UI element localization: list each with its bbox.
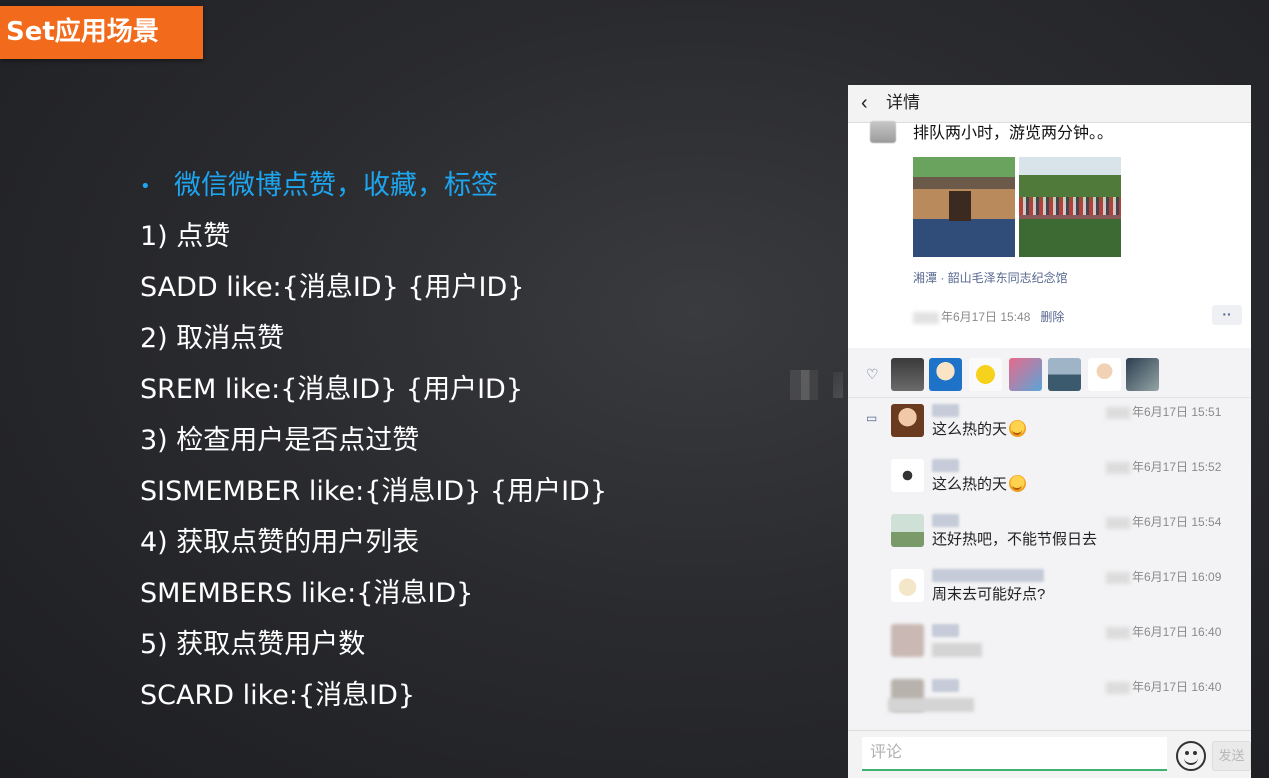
heart-icon: ♡: [866, 366, 879, 382]
liker-avatar[interactable]: [891, 358, 924, 391]
comment-time: 年6月17日 15:54: [1106, 513, 1221, 530]
sweat-smile-emoji-icon: [1009, 475, 1027, 492]
comment-bar: 发送: [848, 730, 1251, 778]
comment-avatar[interactable]: [891, 404, 924, 437]
comment-time: 年6月17日 16:40: [1106, 678, 1221, 695]
comment-text: 周末去可能好点?: [932, 586, 1046, 603]
slide-watermark-icon: [790, 370, 818, 400]
comment-author-blurred[interactable]: [932, 514, 959, 527]
more-actions-button[interactable]: ··: [1212, 305, 1242, 325]
comment-item[interactable]: 年6月17日 15:52 这么热的天: [848, 453, 1251, 508]
step-3-command: SISMEMBER like:{消息ID} {用户ID}: [140, 476, 608, 507]
step-5-heading: 5) 获取点赞用户数: [140, 629, 366, 660]
slide-title: Set应用场景: [0, 6, 203, 59]
likes-row: ♡: [848, 348, 1251, 398]
comment-item[interactable]: 年6月17日 16:09 周末去可能好点?: [848, 563, 1251, 618]
step-5-command: SCARD like:{消息ID}: [140, 680, 416, 711]
slide-content: • 微信微博点赞，收藏，标签 1) 点赞 SADD like:{消息ID} {用户…: [140, 160, 780, 721]
liker-avatar[interactable]: [1048, 358, 1081, 391]
step-1-command: SADD like:{消息ID} {用户ID}: [140, 272, 525, 303]
post-meta: 年6月17日 15:48 删除: [913, 308, 1064, 325]
comment-text: 这么热的天: [932, 420, 1027, 440]
post-photo-1[interactable]: [913, 157, 1015, 257]
comment-item[interactable]: 年6月17日 16:40: [848, 673, 1251, 728]
liker-avatar[interactable]: [929, 358, 962, 391]
post-photo-2[interactable]: [1019, 157, 1121, 257]
comment-avatar[interactable]: [891, 624, 924, 657]
phone-title: 详情: [886, 93, 920, 112]
comment-item[interactable]: 年6月17日 15:51 这么热的天: [848, 398, 1251, 453]
step-4-command: SMEMBERS like:{消息ID}: [140, 578, 474, 609]
slide-arrow-icon: [833, 372, 843, 398]
liker-avatar[interactable]: [1126, 358, 1159, 391]
comment-text-blurred: [888, 698, 974, 712]
step-2-heading: 2) 取消点赞: [140, 323, 285, 354]
phone-header: ‹ 详情: [848, 85, 1251, 123]
comment-author-blurred[interactable]: [932, 404, 959, 417]
comment-author-blurred[interactable]: [932, 459, 959, 472]
comment-avatar[interactable]: [891, 514, 924, 547]
comment-input[interactable]: [862, 737, 1167, 771]
comment-avatar[interactable]: [891, 459, 924, 492]
interaction-panel: ♡ ▭ 年6月17日 15:51 这么热的天 年6月17日 15:52 这么热的…: [848, 348, 1251, 738]
step-3-heading: 3) 检查用户是否点过赞: [140, 425, 420, 456]
comment-time: 年6月17日 16:40: [1106, 623, 1221, 640]
post-text: 排队两小时，游览两分钟。。: [913, 125, 1114, 142]
comment-time: 年6月17日 15:52: [1106, 458, 1221, 475]
bullet-dot-icon: •: [140, 176, 151, 197]
step-2-command: SREM like:{消息ID} {用户ID}: [140, 374, 524, 405]
post-time: 年6月17日 15:48: [941, 310, 1031, 324]
phone-screenshot: ‹ 详情 排队两小时，游览两分钟。。 湘潭 · 韶山毛泽东同志纪念馆 年6月17…: [848, 85, 1251, 778]
blurred-year: [913, 311, 939, 324]
sweat-smile-emoji-icon: [1009, 420, 1027, 437]
delete-link[interactable]: 删除: [1040, 310, 1064, 324]
smiley-icon[interactable]: [1176, 741, 1206, 771]
liker-avatar[interactable]: [1088, 358, 1121, 391]
liker-avatar[interactable]: [969, 358, 1002, 391]
send-button[interactable]: 发送: [1212, 741, 1251, 771]
post-avatar[interactable]: [870, 121, 896, 143]
comment-text: 这么热的天: [932, 475, 1027, 495]
liker-avatar[interactable]: [1009, 358, 1042, 391]
bullet-heading: • 微信微博点赞，收藏，标签: [140, 160, 780, 211]
comment-text: 还好热吧，不能节假日去: [932, 531, 1098, 548]
bullet-text: 微信微博点赞，收藏，标签: [174, 170, 498, 201]
comment-avatar[interactable]: [891, 569, 924, 602]
comment-author-blurred[interactable]: [932, 624, 959, 637]
chevron-left-icon[interactable]: ‹: [861, 93, 877, 113]
post-location-link[interactable]: 湘潭 · 韶山毛泽东同志纪念馆: [913, 269, 1068, 286]
comment-time: 年6月17日 16:09: [1106, 568, 1221, 585]
comment-author-blurred[interactable]: [932, 679, 959, 692]
comment-author-blurred[interactable]: [932, 569, 1044, 582]
comment-text-blurred: [932, 643, 982, 657]
comment-time: 年6月17日 15:51: [1106, 403, 1221, 420]
comment-item[interactable]: 年6月17日 16:40: [848, 618, 1251, 673]
step-4-heading: 4) 获取点赞的用户列表: [140, 527, 420, 558]
comment-item[interactable]: 年6月17日 15:54 还好热吧，不能节假日去: [848, 508, 1251, 563]
step-1-heading: 1) 点赞: [140, 221, 231, 252]
